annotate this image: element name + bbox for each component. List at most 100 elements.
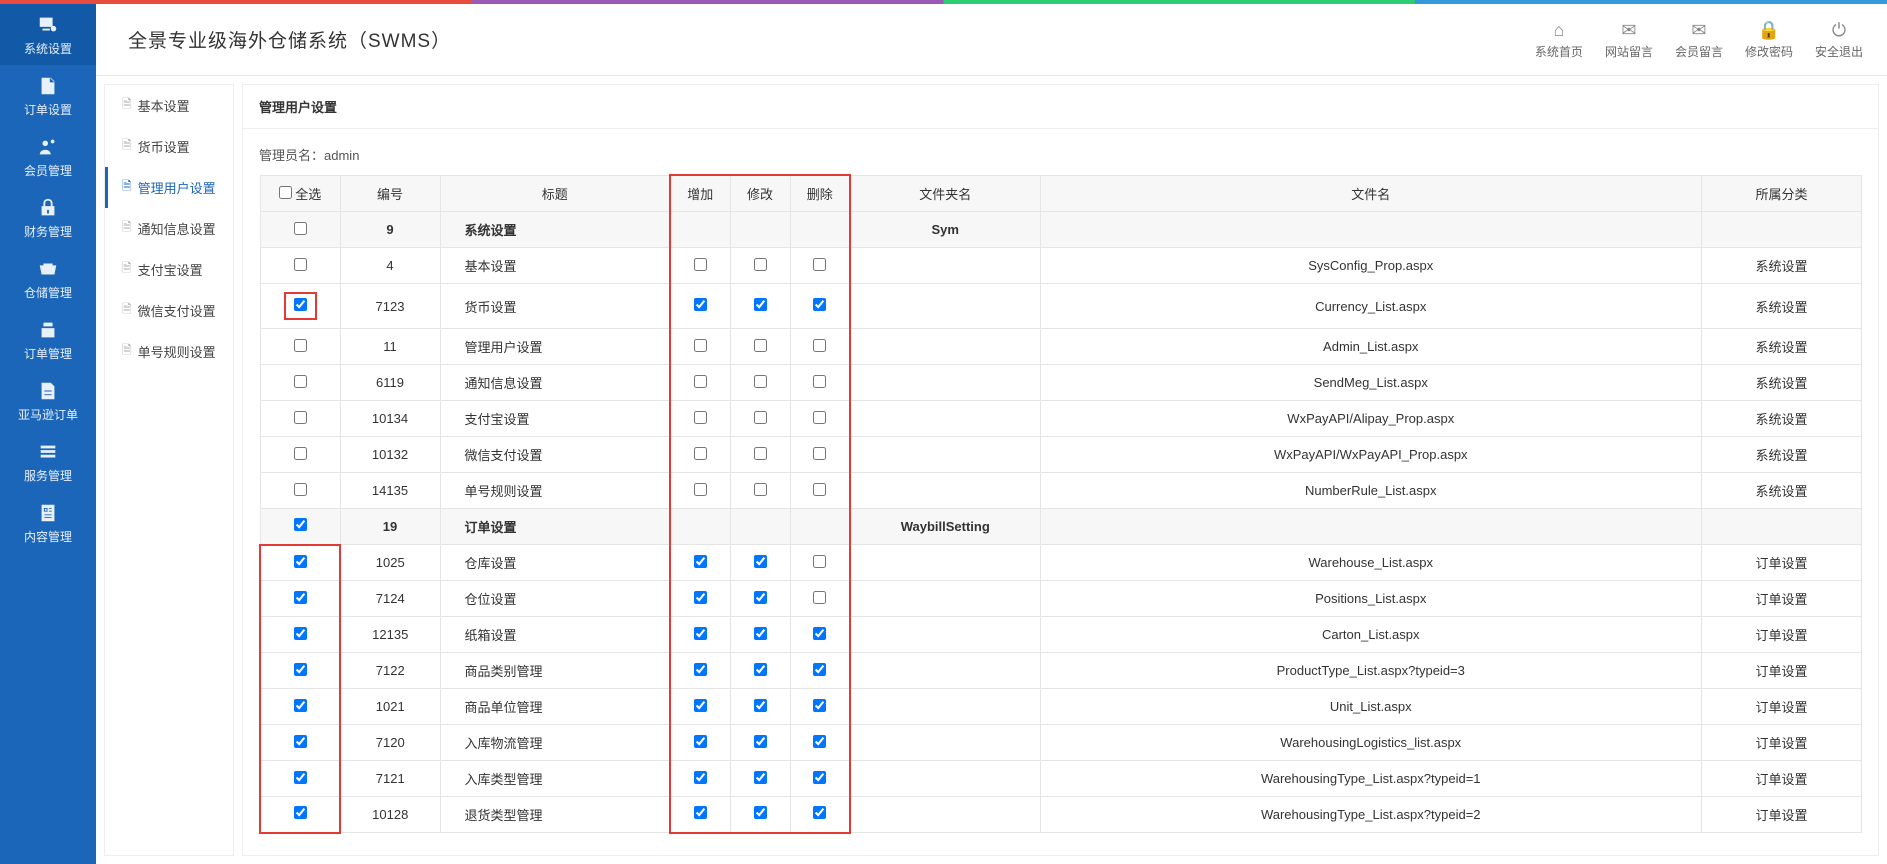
delete-checkbox[interactable] xyxy=(813,298,826,311)
delete-checkbox[interactable] xyxy=(813,555,826,568)
row-checkbox[interactable] xyxy=(294,806,307,819)
select-all-checkbox[interactable] xyxy=(279,186,292,199)
delete-checkbox[interactable] xyxy=(813,339,826,352)
header-action-2[interactable]: ✉会员留言 xyxy=(1675,20,1723,60)
add-checkbox[interactable] xyxy=(694,447,707,460)
sidebar-item-5[interactable]: 订单管理 xyxy=(0,309,96,370)
cell-title: 单号规则设置 xyxy=(440,473,670,509)
sidebar-item-7[interactable]: 服务管理 xyxy=(0,431,96,492)
row-checkbox[interactable] xyxy=(294,555,307,568)
modify-checkbox[interactable] xyxy=(754,555,767,568)
modify-checkbox[interactable] xyxy=(754,375,767,388)
delete-checkbox[interactable] xyxy=(813,483,826,496)
row-checkbox[interactable] xyxy=(294,298,307,311)
add-checkbox[interactable] xyxy=(694,627,707,640)
modify-checkbox[interactable] xyxy=(754,699,767,712)
cell-file: ProductType_List.aspx?typeid=3 xyxy=(1040,653,1702,689)
row-checkbox[interactable] xyxy=(294,483,307,496)
row-checkbox[interactable] xyxy=(294,627,307,640)
modify-checkbox[interactable] xyxy=(754,447,767,460)
cell-file: WxPayAPI/Alipay_Prop.aspx xyxy=(1040,401,1702,437)
modify-checkbox[interactable] xyxy=(754,411,767,424)
row-checkbox[interactable] xyxy=(294,771,307,784)
modify-checkbox[interactable] xyxy=(754,663,767,676)
row-checkbox[interactable] xyxy=(294,447,307,460)
delete-checkbox[interactable] xyxy=(813,699,826,712)
modify-checkbox[interactable] xyxy=(754,591,767,604)
row-checkbox[interactable] xyxy=(294,663,307,676)
add-checkbox[interactable] xyxy=(694,555,707,568)
sub-sidebar-item-6[interactable]: 🗎单号规则设置 xyxy=(105,331,233,372)
row-checkbox[interactable] xyxy=(294,339,307,352)
add-checkbox[interactable] xyxy=(694,483,707,496)
sub-sidebar-item-2[interactable]: 🗎管理用户设置 xyxy=(105,167,233,208)
add-checkbox[interactable] xyxy=(694,735,707,748)
row-checkbox[interactable] xyxy=(294,518,307,531)
cell-title: 仓位设置 xyxy=(440,581,670,617)
add-checkbox[interactable] xyxy=(694,339,707,352)
sidebar-item-6[interactable]: 亚马逊订单 xyxy=(0,370,96,431)
delete-checkbox[interactable] xyxy=(813,591,826,604)
cell-folder xyxy=(850,401,1040,437)
sub-sidebar-item-5[interactable]: 🗎微信支付设置 xyxy=(105,290,233,331)
add-checkbox[interactable] xyxy=(694,591,707,604)
select-all-label[interactable]: 全选 xyxy=(279,187,322,202)
cell-id: 7123 xyxy=(340,284,440,329)
delete-checkbox[interactable] xyxy=(813,627,826,640)
header-actions: ⌂系统首页 ✉网站留言 ✉会员留言 🔒修改密码 ⏻安全退出 xyxy=(1535,20,1863,60)
add-checkbox[interactable] xyxy=(694,663,707,676)
modify-checkbox[interactable] xyxy=(754,258,767,271)
row-checkbox[interactable] xyxy=(294,375,307,388)
header-action-3[interactable]: 🔒修改密码 xyxy=(1745,20,1793,60)
modify-checkbox[interactable] xyxy=(754,339,767,352)
header-action-1[interactable]: ✉网站留言 xyxy=(1605,20,1653,60)
th-add: 增加 xyxy=(670,175,730,212)
cell-title: 入库类型管理 xyxy=(440,761,670,797)
delete-checkbox[interactable] xyxy=(813,735,826,748)
add-checkbox[interactable] xyxy=(694,771,707,784)
sub-sidebar-item-1[interactable]: 🗎货币设置 xyxy=(105,126,233,167)
delete-checkbox[interactable] xyxy=(813,375,826,388)
row-checkbox[interactable] xyxy=(294,735,307,748)
sub-sidebar-item-3[interactable]: 🗎通知信息设置 xyxy=(105,208,233,249)
sidebar-item-8[interactable]: 内容管理 xyxy=(0,492,96,553)
sidebar-item-4[interactable]: 仓储管理 xyxy=(0,248,96,309)
delete-checkbox[interactable] xyxy=(813,258,826,271)
header-action-0[interactable]: ⌂系统首页 xyxy=(1535,20,1583,60)
row-checkbox[interactable] xyxy=(294,591,307,604)
delete-checkbox[interactable] xyxy=(813,663,826,676)
modify-checkbox[interactable] xyxy=(754,735,767,748)
modify-checkbox[interactable] xyxy=(754,627,767,640)
row-checkbox[interactable] xyxy=(294,222,307,235)
add-checkbox[interactable] xyxy=(694,298,707,311)
modify-checkbox[interactable] xyxy=(754,806,767,819)
header-action-4[interactable]: ⏻安全退出 xyxy=(1815,20,1863,60)
modify-checkbox[interactable] xyxy=(754,298,767,311)
delete-checkbox[interactable] xyxy=(813,411,826,424)
delete-checkbox[interactable] xyxy=(813,806,826,819)
row-checkbox[interactable] xyxy=(294,699,307,712)
add-checkbox[interactable] xyxy=(694,806,707,819)
sidebar-item-3[interactable]: 财务管理 xyxy=(0,187,96,248)
sidebar-item-1[interactable]: 订单设置 xyxy=(0,65,96,126)
cell-file: Positions_List.aspx xyxy=(1040,581,1702,617)
delete-checkbox[interactable] xyxy=(813,771,826,784)
th-modify: 修改 xyxy=(730,175,790,212)
cell-select xyxy=(260,437,340,473)
sub-sidebar-item-0[interactable]: 🗎基本设置 xyxy=(105,85,233,126)
cell-cat: 订单设置 xyxy=(1702,653,1862,689)
sidebar-item-0[interactable]: 系统设置 xyxy=(0,4,96,65)
cell-id: 7120 xyxy=(340,725,440,761)
add-checkbox[interactable] xyxy=(694,375,707,388)
cell-title: 货币设置 xyxy=(440,284,670,329)
add-checkbox[interactable] xyxy=(694,699,707,712)
add-checkbox[interactable] xyxy=(694,258,707,271)
modify-checkbox[interactable] xyxy=(754,483,767,496)
sidebar-item-2[interactable]: 会员管理 xyxy=(0,126,96,187)
row-checkbox[interactable] xyxy=(294,411,307,424)
delete-checkbox[interactable] xyxy=(813,447,826,460)
sub-sidebar-item-4[interactable]: 🗎支付宝设置 xyxy=(105,249,233,290)
modify-checkbox[interactable] xyxy=(754,771,767,784)
row-checkbox[interactable] xyxy=(294,258,307,271)
add-checkbox[interactable] xyxy=(694,411,707,424)
